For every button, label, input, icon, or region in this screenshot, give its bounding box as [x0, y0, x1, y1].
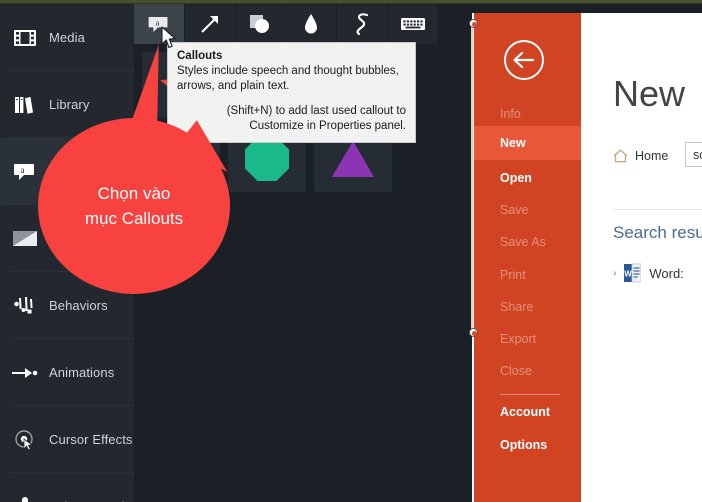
back-arrow-icon[interactable] — [504, 40, 544, 80]
camtasia-editor-window: Media Library a Annotations Transitions — [0, 0, 702, 502]
cursor-target-icon — [10, 426, 40, 454]
menu-label: Share — [500, 300, 534, 314]
svg-text:a: a — [156, 17, 160, 27]
squiggle-icon — [356, 13, 369, 36]
svg-text:a: a — [21, 165, 25, 175]
ppt-menu-save-as[interactable]: Save As — [474, 225, 581, 259]
selection-handle-top-left[interactable] — [469, 19, 478, 28]
content-divider — [613, 209, 702, 210]
gradient-icon — [10, 225, 40, 253]
menu-label: Info — [500, 107, 521, 121]
ppt-menu-account[interactable]: Account — [474, 395, 581, 429]
menu-label: Export — [500, 332, 537, 346]
toolbar-button-callouts[interactable]: a — [134, 4, 185, 44]
speech-bubble-a-icon: a — [10, 158, 40, 186]
search-results-heading: Search resu — [613, 223, 702, 242]
toolbar-button-arrows[interactable] — [185, 4, 236, 44]
menu-label: New — [500, 136, 526, 150]
menu-label: Save As — [500, 235, 546, 249]
arrow-right-icon — [10, 359, 40, 387]
callout-text: Chọn vào mục Callouts — [84, 184, 184, 228]
toolbar-button-shapes[interactable] — [236, 4, 287, 44]
keyboard-icon — [400, 18, 425, 30]
sidebar-item-label: Behaviors — [49, 298, 108, 313]
sidebar-item-label: Library — [49, 97, 90, 112]
microphone-icon — [10, 493, 40, 502]
books-icon — [10, 91, 40, 119]
arrow-diagonal-icon — [200, 16, 218, 33]
ppt-menu-new[interactable]: New — [474, 126, 581, 160]
search-input[interactable]: sch — [685, 142, 702, 167]
ppt-menu-save[interactable]: Save — [474, 193, 581, 227]
powerpoint-backstage-screenshot[interactable]: Info New Open Save Save As Print Share E… — [472, 13, 702, 502]
particles-icon — [10, 292, 40, 320]
ppt-menu-share[interactable]: Share — [474, 290, 581, 324]
menu-label: Close — [500, 364, 532, 378]
top-accent-line-2 — [0, 3, 702, 4]
sidebar-item-media[interactable]: Media — [0, 4, 134, 71]
menu-label: Options — [500, 438, 548, 452]
triangle-shape-icon — [332, 141, 374, 177]
toolbar-button-blur[interactable] — [286, 4, 338, 44]
sidebar-item-voice-narration[interactable]: Voice Narration — [0, 473, 139, 502]
ppt-menu-open[interactable]: Open — [474, 161, 581, 195]
toolbar-button-keystrokes[interactable] — [388, 4, 439, 44]
search-result-label: Word: — [649, 265, 684, 281]
search-result-row[interactable]: › W Word: — [613, 263, 684, 283]
sidebar-item-cursor-effects[interactable]: Cursor Effects — [0, 406, 134, 473]
tooltip-title: Callouts — [177, 50, 223, 62]
sidebar-item-label: Cursor Effects — [49, 432, 133, 447]
chevron-right-icon[interactable]: › — [613, 268, 616, 279]
sidebar-item-animations[interactable]: Animations — [0, 339, 134, 406]
sidebar-item-label: Media — [49, 30, 85, 45]
tooltip-spacer — [177, 93, 406, 104]
tooltip-body: Styles include speech and thought bubble… — [177, 65, 399, 92]
home-icon — [613, 149, 628, 163]
home-label: Home — [635, 149, 669, 163]
mouse-cursor-icon — [161, 26, 176, 49]
film-strip-icon — [10, 24, 40, 52]
ppt-menu-print[interactable]: Print — [474, 258, 581, 292]
water-drop-icon — [305, 14, 318, 34]
tooltip-shortcut-line-1: (Shift+N) to add last used callout to — [226, 105, 406, 117]
page-title: New — [613, 73, 686, 114]
shape-circle-icon — [250, 15, 270, 33]
home-breadcrumb[interactable]: Home — [613, 149, 668, 163]
menu-label: Open — [500, 171, 532, 185]
powerpoint-content-area: New Home sch Search resu › W Word: — [581, 13, 702, 502]
ppt-menu-export[interactable]: Export — [474, 322, 581, 356]
ppt-menu-options[interactable]: Options — [474, 428, 581, 462]
powerpoint-red-nav: Info New Open Save Save As Print Share E… — [474, 13, 581, 502]
toolbar-button-sketch[interactable] — [337, 4, 388, 44]
svg-text:W: W — [625, 270, 633, 279]
ppt-menu-close[interactable]: Close — [474, 354, 581, 388]
selection-handle-mid-left[interactable] — [469, 328, 478, 337]
callout-annotation[interactable]: Chọn vào mục Callouts — [38, 118, 230, 294]
annotations-toolbar: a — [134, 4, 439, 44]
word-doc-icon: W — [624, 263, 642, 283]
selection-edge-line — [471, 22, 473, 335]
menu-label: Account — [500, 405, 550, 419]
sidebar-item-label: Animations — [49, 365, 115, 380]
menu-label: Print — [500, 268, 526, 282]
menu-label: Save — [500, 203, 529, 217]
